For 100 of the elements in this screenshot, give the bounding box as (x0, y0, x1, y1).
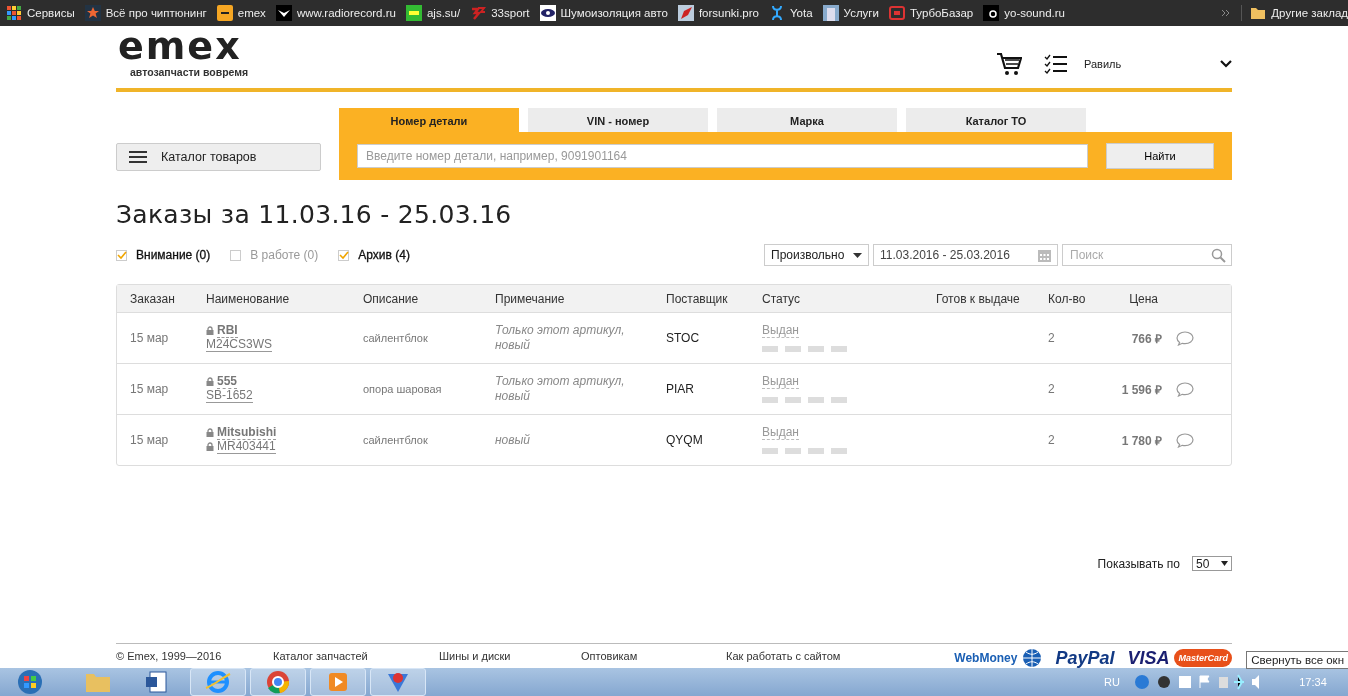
bookmark[interactable]: yo-sound.ru (983, 5, 1065, 21)
caret-icon (1221, 561, 1228, 566)
grid-icon (6, 5, 22, 21)
tile-icon (405, 5, 422, 21)
search-field[interactable]: Поиск (1062, 244, 1232, 266)
bookmark[interactable]: ajs.su/ (405, 5, 461, 21)
table-cell-text: опора шаровая (363, 383, 443, 395)
checklist-icon (1044, 54, 1068, 74)
footer-link[interactable]: Оптовикам (581, 650, 726, 662)
cart-icon (996, 52, 1022, 76)
bookmark[interactable]: Шумоизоляция авто (539, 5, 668, 21)
column-header: Статус (762, 291, 801, 306)
search-icon (1211, 248, 1226, 263)
brand-link[interactable]: Mitsubishi (217, 426, 277, 440)
bookmark[interactable]: Услуги (822, 5, 879, 21)
copyright: © Emex, 1999—2016 (116, 650, 223, 662)
column-header: Поставщик (666, 291, 729, 306)
page-size-label: Показывать по (1097, 556, 1180, 571)
bookmark-folder[interactable]: Другие заклад (1241, 5, 1348, 21)
table-cell-text: сайлентблок (363, 332, 429, 344)
table-cell-text: 15 мар (130, 382, 170, 396)
bookmark[interactable]: www.radiorecord.ru (275, 5, 396, 21)
payment-logo: VISA (1127, 647, 1170, 669)
period-dropdown[interactable]: Произвольно (764, 244, 869, 266)
footer-link[interactable]: Шины и диски (439, 650, 581, 662)
article-link[interactable]: M24CS3WS (206, 338, 273, 352)
column-header: Наименование (206, 291, 291, 306)
table-cell-text: новый (495, 432, 532, 448)
checkbox[interactable] (116, 249, 127, 261)
footer-link[interactable]: Каталог запчастей (273, 650, 439, 662)
logo[interactable]: emex (118, 31, 242, 61)
comment-icon (1176, 432, 1194, 448)
square-logo-icon (983, 5, 1000, 21)
bookmark[interactable]: ТурбоБазар (889, 5, 974, 21)
search-tab[interactable]: Марка (717, 108, 897, 132)
column-header: Описание (363, 291, 420, 306)
column-header: Заказан (130, 291, 176, 306)
check-icon (338, 250, 349, 260)
caret-icon (853, 252, 862, 258)
table-cell-text: 15 мар (130, 331, 170, 345)
column-header: Готов к выдаче (936, 291, 1021, 306)
column-header: Цена (1128, 291, 1159, 306)
footer-link[interactable]: Как работать с сайтом (726, 650, 841, 662)
brand-link[interactable]: RBI (217, 324, 238, 338)
table-cell-text: 1 596 ₽ (1120, 381, 1162, 398)
bookmark[interactable]: Сервисы (6, 5, 75, 21)
search-tab[interactable]: Каталог ТО (906, 108, 1086, 132)
search-field[interactable]: Введите номер детали, например, 9091901164 (357, 144, 1088, 168)
user-menu[interactable]: Равиль (1084, 58, 1232, 70)
search-tab[interactable]: VIN - номер (528, 108, 708, 132)
search-tab[interactable]: Номер детали (339, 108, 519, 132)
page-title: Заказы за 11.03.16 - 25.03.16 (116, 200, 513, 231)
table-cell-text: PIAR (666, 382, 695, 396)
bookmark[interactable]: emex (216, 5, 266, 21)
table-cell-text: сайлентблок (363, 434, 429, 446)
calendar-icon (1038, 248, 1051, 262)
tooltip: Свернуть все окн (1246, 651, 1348, 669)
filter-label: В работе (0) (250, 248, 319, 262)
table-cell-text: 2 (1048, 382, 1056, 396)
menu-icon (129, 151, 147, 163)
bookmark[interactable]: Всё про чиптюнинг (84, 5, 207, 21)
filter-label: Архив (4) (358, 248, 410, 262)
globe-icon (1022, 648, 1043, 668)
payment-logo: WebMoney (954, 651, 1018, 665)
checkbox[interactable] (230, 249, 242, 261)
eye-icon (539, 5, 556, 21)
comment-icon (1176, 330, 1194, 346)
table-cell-text: 1 780 ₽ (1120, 432, 1162, 449)
bookmark[interactable]: forsunki.pro (677, 5, 759, 21)
brand-link[interactable]: 555 (217, 375, 238, 389)
taskbar-button[interactable] (370, 668, 426, 696)
table-cell-text: Только этот артикул, новый (495, 323, 626, 353)
catalog-button[interactable]: Каталог товаров (116, 143, 321, 171)
check-icon (116, 250, 127, 260)
bookmark[interactable]: Yota (769, 5, 813, 21)
date-range-field[interactable]: 11.03.2016 - 25.03.2016 (873, 244, 1058, 266)
building-icon (822, 5, 839, 21)
search-button[interactable]: Найти (1106, 143, 1214, 169)
payment-logo: PayPal (1055, 647, 1115, 669)
chevrons-icon (1221, 8, 1232, 18)
table-cell-text: Только этот артикул, новый (495, 374, 626, 404)
checkbox[interactable] (338, 249, 350, 261)
table-cell-text: 766 ₽ (1130, 330, 1162, 347)
table-cell-text: 2 (1048, 331, 1056, 345)
article-link[interactable]: SB-1652 (206, 389, 253, 403)
letter-icon (216, 5, 233, 21)
folder-icon (1250, 5, 1267, 21)
scribble-icon (470, 5, 487, 21)
table-cell-text: STOC (666, 331, 701, 345)
table-cell-text: QYQM (666, 433, 704, 447)
taskbar-button[interactable] (250, 668, 306, 696)
article-link[interactable]: MR403441 (217, 440, 276, 454)
progress-steps-icon (762, 397, 847, 403)
bookmark[interactable]: 33sport (470, 5, 530, 21)
column-header: Примечание (495, 291, 566, 306)
table-cell-text: 15 мар (130, 433, 170, 447)
table-cell-text: 2 (1048, 433, 1056, 447)
tagline: автозапчасти вовремя (129, 66, 249, 78)
progress-steps-icon (762, 346, 847, 352)
page-size-select[interactable]: 50 (1192, 556, 1232, 571)
